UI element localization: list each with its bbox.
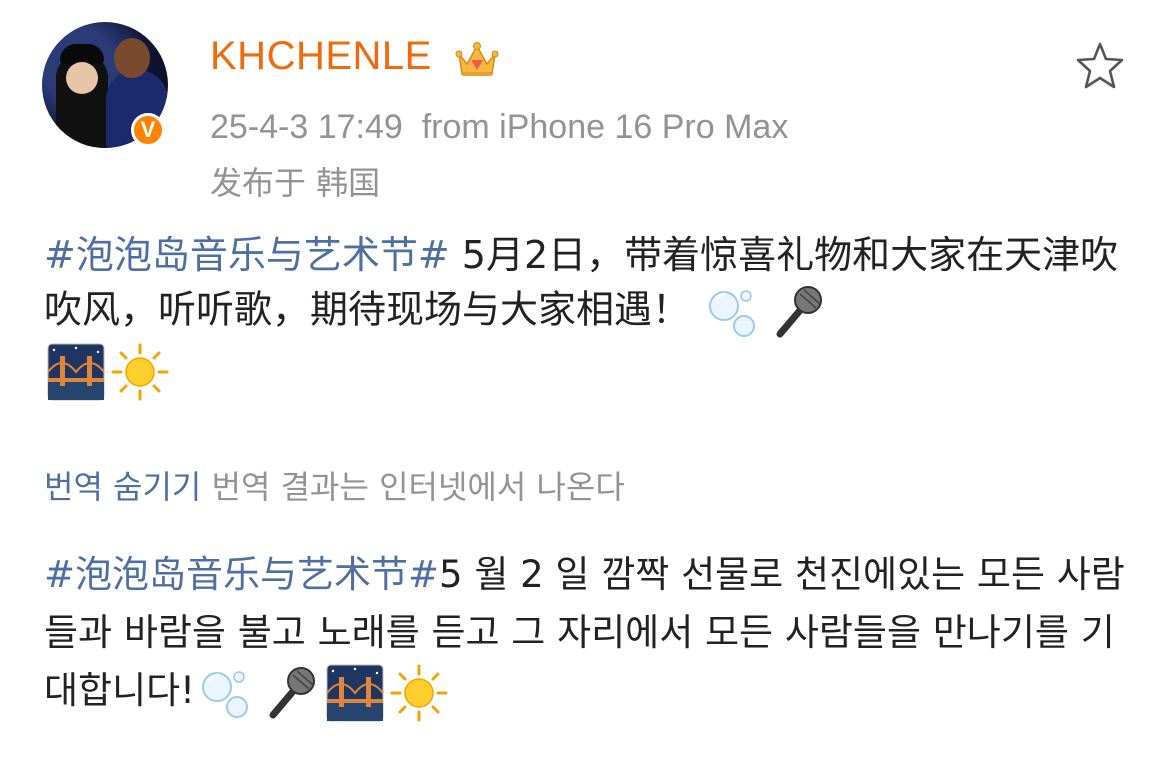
hashtag-link[interactable]: #泡泡岛音乐与艺术节# [44, 233, 450, 277]
post-content-translation: #泡泡岛音乐与艺术节#5 월 2 일 깜짝 선물로 천진에있는 모든 사람들과 … [44, 546, 1129, 723]
sun-icon [111, 343, 169, 401]
microphone-icon [776, 286, 823, 338]
sun-icon [390, 664, 448, 721]
bridge-at-night-icon [326, 664, 384, 721]
bubbles-icon [709, 290, 756, 337]
translation-note: 번역 결과는 인터넷에서 나온다 [211, 468, 625, 506]
bubbles-icon [202, 670, 248, 718]
crown-icon [455, 42, 499, 76]
microphone-icon [269, 666, 315, 718]
post-content-chinese: #泡泡岛音乐与艺术节# 5月2日，带着惊喜礼物和大家在天津吹吹风，听听歌，期待现… [44, 228, 1129, 402]
favorite-star-icon[interactable] [1074, 40, 1126, 92]
verified-badge-icon: V [131, 113, 165, 147]
post-location: 发布于 韩国 [210, 164, 381, 202]
post-meta: 25-4-3 17:49 from iPhone 16 Pro Max [210, 108, 788, 147]
hide-translation-button[interactable]: 번역 숨기기 [44, 468, 201, 506]
translation-bar: 번역 숨기기 번역 결과는 인터넷에서 나온다 [44, 462, 625, 508]
avatar-beanie [60, 44, 104, 64]
bridge-at-night-icon [47, 343, 105, 401]
username[interactable]: KHCHENLE [210, 34, 432, 79]
post-timestamp: 25-4-3 17:49 [210, 108, 403, 146]
avatar-face-left [66, 62, 98, 94]
avatar-face-right [114, 38, 150, 78]
post-source: from iPhone 16 Pro Max [421, 108, 789, 146]
hashtag-link[interactable]: #泡泡岛音乐与艺术节# [44, 553, 439, 596]
